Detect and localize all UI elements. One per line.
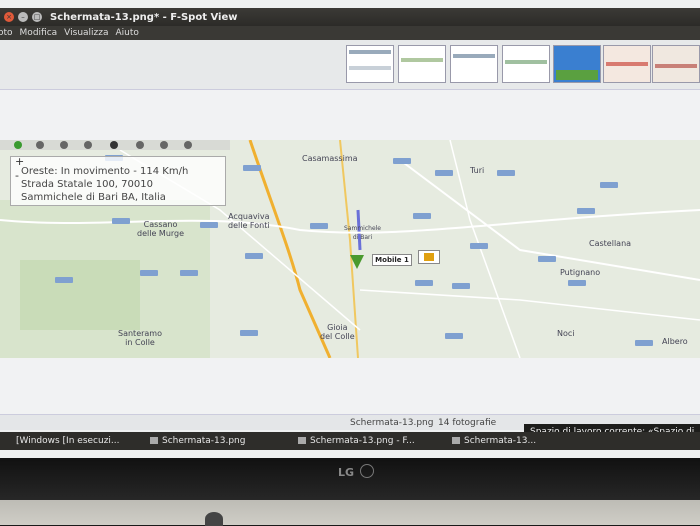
stop-icon[interactable] — [110, 141, 118, 149]
thumbnail[interactable] — [398, 45, 446, 83]
refresh-icon[interactable] — [14, 141, 22, 149]
play-icon[interactable] — [84, 141, 92, 149]
road-shield — [452, 283, 470, 289]
vehicle-city: Sammichele di Bari BA, Italia — [21, 192, 166, 203]
window-titlebar[interactable]: × – □ Schermata-13.png* - F-Spot View — [0, 8, 700, 26]
menu-item-modifica[interactable]: Modifica — [20, 28, 58, 38]
image-icon — [298, 437, 306, 444]
road-shield — [413, 213, 431, 219]
close-icon[interactable]: × — [4, 12, 14, 22]
map-label-alberobello: Albero — [662, 337, 688, 346]
road-shield — [470, 243, 488, 249]
map-label-sammichele: Sammichele di Bari — [344, 225, 381, 241]
desk-surface — [0, 500, 700, 525]
logo-circle-icon — [360, 464, 374, 478]
menu-bar: oto Modifica Visualizza Aiuto — [0, 26, 700, 40]
save-icon[interactable] — [36, 141, 44, 149]
map-label-cassano: Cassano delle Murge — [137, 220, 185, 238]
road-shield — [243, 165, 261, 171]
layers-icon[interactable] — [184, 141, 192, 149]
map-label-turi: Turi — [470, 166, 485, 175]
taskbar-item-fspot-2[interactable]: Schermata-13... — [452, 436, 536, 446]
road-shield — [310, 223, 328, 229]
road-shield — [415, 280, 433, 286]
minimize-icon[interactable]: – — [18, 12, 28, 22]
map-label-noci: Noci — [557, 329, 575, 338]
map-toolbar — [0, 140, 230, 150]
taskbar-item-image[interactable]: Schermata-13.png — [150, 436, 245, 446]
vehicle-info-popup: + - Oreste: In movimento - 114 Km/h Stra… — [10, 155, 226, 206]
webcam-icon — [205, 512, 223, 526]
zoom-out-icon[interactable]: - — [15, 169, 19, 182]
image-icon — [150, 437, 158, 444]
road-shield — [445, 333, 463, 339]
filmstrip[interactable] — [0, 40, 700, 90]
thumbnail[interactable] — [346, 45, 394, 83]
vehicle-marker-icon[interactable] — [350, 255, 364, 269]
road-shield — [568, 280, 586, 286]
road-shield — [200, 222, 218, 228]
zoom-icon[interactable] — [60, 141, 68, 149]
taskbar: [Windows [In esecuzi... Schermata-13.png… — [0, 432, 700, 450]
image-icon — [452, 437, 460, 444]
taskbar-item-windows[interactable]: [Windows [In esecuzi... — [16, 436, 120, 446]
road-shield — [140, 270, 158, 276]
road-shield — [393, 158, 411, 164]
menu-item-foto[interactable]: oto — [0, 28, 13, 38]
road-shield — [600, 182, 618, 188]
vehicle-street: Strada Statale 100, 70010 — [21, 179, 153, 190]
map-label-gioia: Gioia del Colle — [320, 323, 355, 341]
map-label-castellana: Castellana — [589, 239, 632, 248]
map-label-putignano: Putignano — [560, 268, 601, 277]
folder-icon[interactable] — [418, 250, 440, 264]
map-label-acquaviva: Acquaviva delle Fonti — [228, 212, 270, 230]
road-shield — [577, 208, 595, 214]
status-photo-count: 14 fotografie — [438, 418, 497, 428]
marker-label[interactable]: Mobile 1 — [372, 254, 412, 266]
road-shield — [240, 330, 258, 336]
road-shield — [538, 256, 556, 262]
road-shield — [180, 270, 198, 276]
road-shield — [435, 170, 453, 176]
road-shield — [635, 340, 653, 346]
map-label-santeramo: Santeramo in Colle — [118, 329, 162, 347]
lock-icon[interactable] — [160, 141, 168, 149]
zoom-in-icon[interactable]: + — [15, 155, 24, 168]
vehicle-status: Oreste: In movimento - 114 Km/h — [21, 166, 189, 177]
monitor-logo: LG — [338, 466, 355, 479]
road-shield — [112, 218, 130, 224]
thumbnail[interactable] — [603, 45, 651, 83]
window-title: Schermata-13.png* - F-Spot View — [50, 11, 238, 23]
map-label-casamassima: Casamassima — [302, 154, 358, 163]
thumbnail[interactable] — [652, 45, 700, 83]
settings-icon[interactable] — [136, 141, 144, 149]
road-shield — [245, 253, 263, 259]
road-shield — [55, 277, 73, 283]
status-filename: Schermata-13.png — [350, 418, 434, 428]
screen: × – □ Schermata-13.png* - F-Spot View ot… — [0, 0, 700, 458]
road-shield — [497, 170, 515, 176]
thumbnail[interactable] — [502, 45, 550, 83]
taskbar-item-fspot[interactable]: Schermata-13.png - F... — [298, 436, 415, 446]
thumbnail[interactable] — [553, 45, 601, 83]
thumbnail[interactable] — [450, 45, 498, 83]
menu-item-visualizza[interactable]: Visualizza — [64, 28, 108, 38]
maximize-icon[interactable]: □ — [32, 12, 42, 22]
menu-item-aiuto[interactable]: Aiuto — [116, 28, 139, 38]
